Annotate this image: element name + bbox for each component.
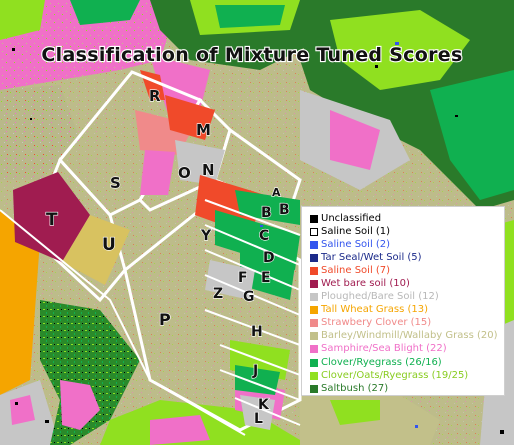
legend: Unclassified Saline Soil (1) Saline Soil (… [301,206,505,396]
legend-entry: Strawbery Clover (15) [310,317,504,330]
legend-entry: Saline Soil (2) [310,238,504,251]
legend-entry: Wet bare soil (10) [310,277,504,290]
legend-label: Samphire/Sea Blight (22) [321,343,447,355]
map-title: Classification of Mixture Tuned Scores [41,44,462,66]
legend-swatch [310,240,318,249]
legend-label: Clover/Ryegrass (26/16) [321,356,442,368]
legend-entry: Barley/Windmill/Wallaby Grass (20) [310,330,504,343]
field-label: B [261,205,272,221]
legend-label: Wet bare soil (10) [321,278,410,290]
legend-entry: Saltbush (27) [310,382,504,395]
legend-label: Barley/Windmill/Wallaby Grass (20) [321,330,498,342]
field-label: R [149,87,161,105]
legend-swatch [310,371,318,380]
field-label: J [252,363,258,379]
field-label: H [251,324,263,340]
legend-entry: Clover/Oats/Ryegrass (19/25) [310,369,504,382]
legend-entry: Ploughed/Bare Soil (12) [310,291,504,304]
legend-swatch [310,214,318,223]
legend-label: Saline Soil (1) [321,225,391,237]
field-label: Z [213,286,223,302]
legend-swatch [310,306,318,315]
field-label: S [110,174,121,192]
legend-entry: Saline Soil (7) [310,264,504,277]
legend-label: Ploughed/Bare Soil (12) [321,291,439,303]
classification-map: Classification of Mixture Tuned Scores R… [0,0,514,445]
field-label: A [272,186,281,199]
legend-label: Strawbery Clover (15) [321,317,432,329]
legend-entry: Tall Wheat Grass (13) [310,304,504,317]
legend-swatch [310,319,318,328]
field-label: D [263,250,275,266]
field-label: U [102,235,116,255]
field-label: T [46,210,58,230]
legend-label: Tar Seal/Wet Soil (5) [321,251,422,263]
legend-entry: Unclassified [310,212,504,225]
legend-entry: Saline Soil (1) [310,225,504,238]
legend-swatch [310,280,318,289]
legend-swatch [310,332,318,341]
field-label: M [196,121,211,139]
legend-label: Saltbush (27) [321,382,389,394]
field-label: Y [200,228,212,244]
field-label: E [261,270,271,286]
field-label: B [279,202,290,218]
legend-swatch [310,227,318,236]
legend-swatch [310,266,318,275]
legend-label: Clover/Oats/Ryegrass (19/25) [321,369,469,381]
legend-entry: Samphire/Sea Blight (22) [310,343,504,356]
field-label: L [254,411,263,427]
legend-swatch [310,358,318,367]
legend-label: Saline Soil (7) [321,264,391,276]
field-label: F [238,270,248,286]
legend-swatch [310,345,318,354]
field-label: N [202,161,215,179]
legend-label: Unclassified [321,212,382,224]
field-label: O [178,164,191,182]
legend-entry: Tar Seal/Wet Soil (5) [310,251,504,264]
legend-entry: Clover/Ryegrass (26/16) [310,356,504,369]
field-label: P [159,310,171,329]
legend-label: Tall Wheat Grass (13) [321,304,429,316]
field-label: G [243,289,255,305]
legend-swatch [310,384,318,393]
legend-swatch [310,253,318,262]
legend-label: Saline Soil (2) [321,238,391,250]
field-label: C [259,228,269,244]
legend-swatch [310,293,318,302]
